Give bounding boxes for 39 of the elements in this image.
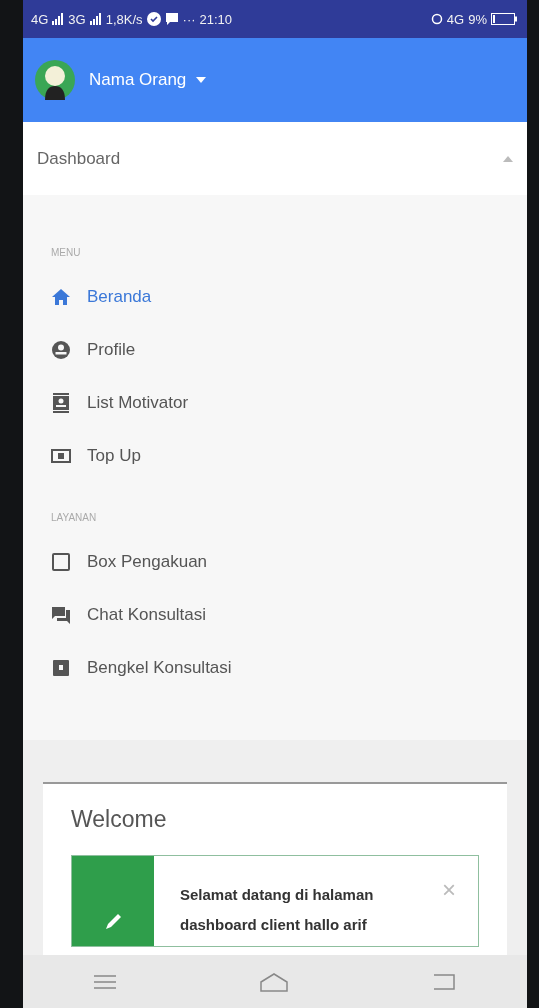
- avatar-icon: [35, 60, 75, 100]
- section-heading: LAYANAN: [50, 512, 98, 523]
- box-icon: [51, 657, 71, 678]
- section-heading: MENU: [50, 247, 82, 258]
- status-text: 9%: [468, 11, 487, 27]
- back-icon[interactable]: [431, 972, 456, 991]
- alarm-icon: [430, 13, 443, 25]
- status-text: ···: [182, 11, 196, 27]
- sidebar-item[interactable]: Beranda: [23, 270, 527, 323]
- sidebar-item[interactable]: List Motivator: [23, 376, 527, 429]
- contact-card-icon: [51, 392, 71, 413]
- status-text: 4G: [446, 11, 465, 27]
- pencil-icon: [103, 912, 123, 932]
- sidebar-item[interactable]: Profile: [23, 323, 527, 376]
- battery-icon: [491, 13, 517, 25]
- account-icon: [51, 339, 71, 360]
- signal-icon: [52, 13, 65, 25]
- card-title: Welcome: [71, 806, 168, 833]
- status-text: 21:10: [199, 11, 233, 27]
- message-icon: [164, 12, 179, 26]
- menu-icon[interactable]: [94, 973, 117, 990]
- check-circle-icon: [146, 12, 161, 26]
- status-text: 1,8K/s: [105, 11, 143, 27]
- user-menu-button[interactable]: Nama Orang: [89, 66, 207, 94]
- square-icon: [51, 551, 71, 572]
- status-text: 4G: [31, 11, 49, 27]
- chat-icon: [51, 604, 71, 625]
- status-text: 3G: [68, 11, 86, 27]
- signal-icon: [89, 13, 102, 25]
- page-title: Dashboard: [37, 148, 121, 169]
- sidebar-item[interactable]: Box Pengakuan: [23, 535, 527, 588]
- home-icon: [51, 286, 71, 307]
- sidebar-item[interactable]: Top Up: [23, 429, 527, 482]
- home-icon[interactable]: [259, 971, 289, 992]
- sidebar-item[interactable]: Chat Konsultasi: [23, 588, 527, 641]
- collapse-icon[interactable]: [503, 155, 513, 162]
- sidebar-item[interactable]: Bengkel Konsultasi: [23, 641, 527, 694]
- caret-icon: [196, 77, 207, 83]
- alert-message: Selamat datang di halaman dashboard client hallo arif: [179, 885, 375, 935]
